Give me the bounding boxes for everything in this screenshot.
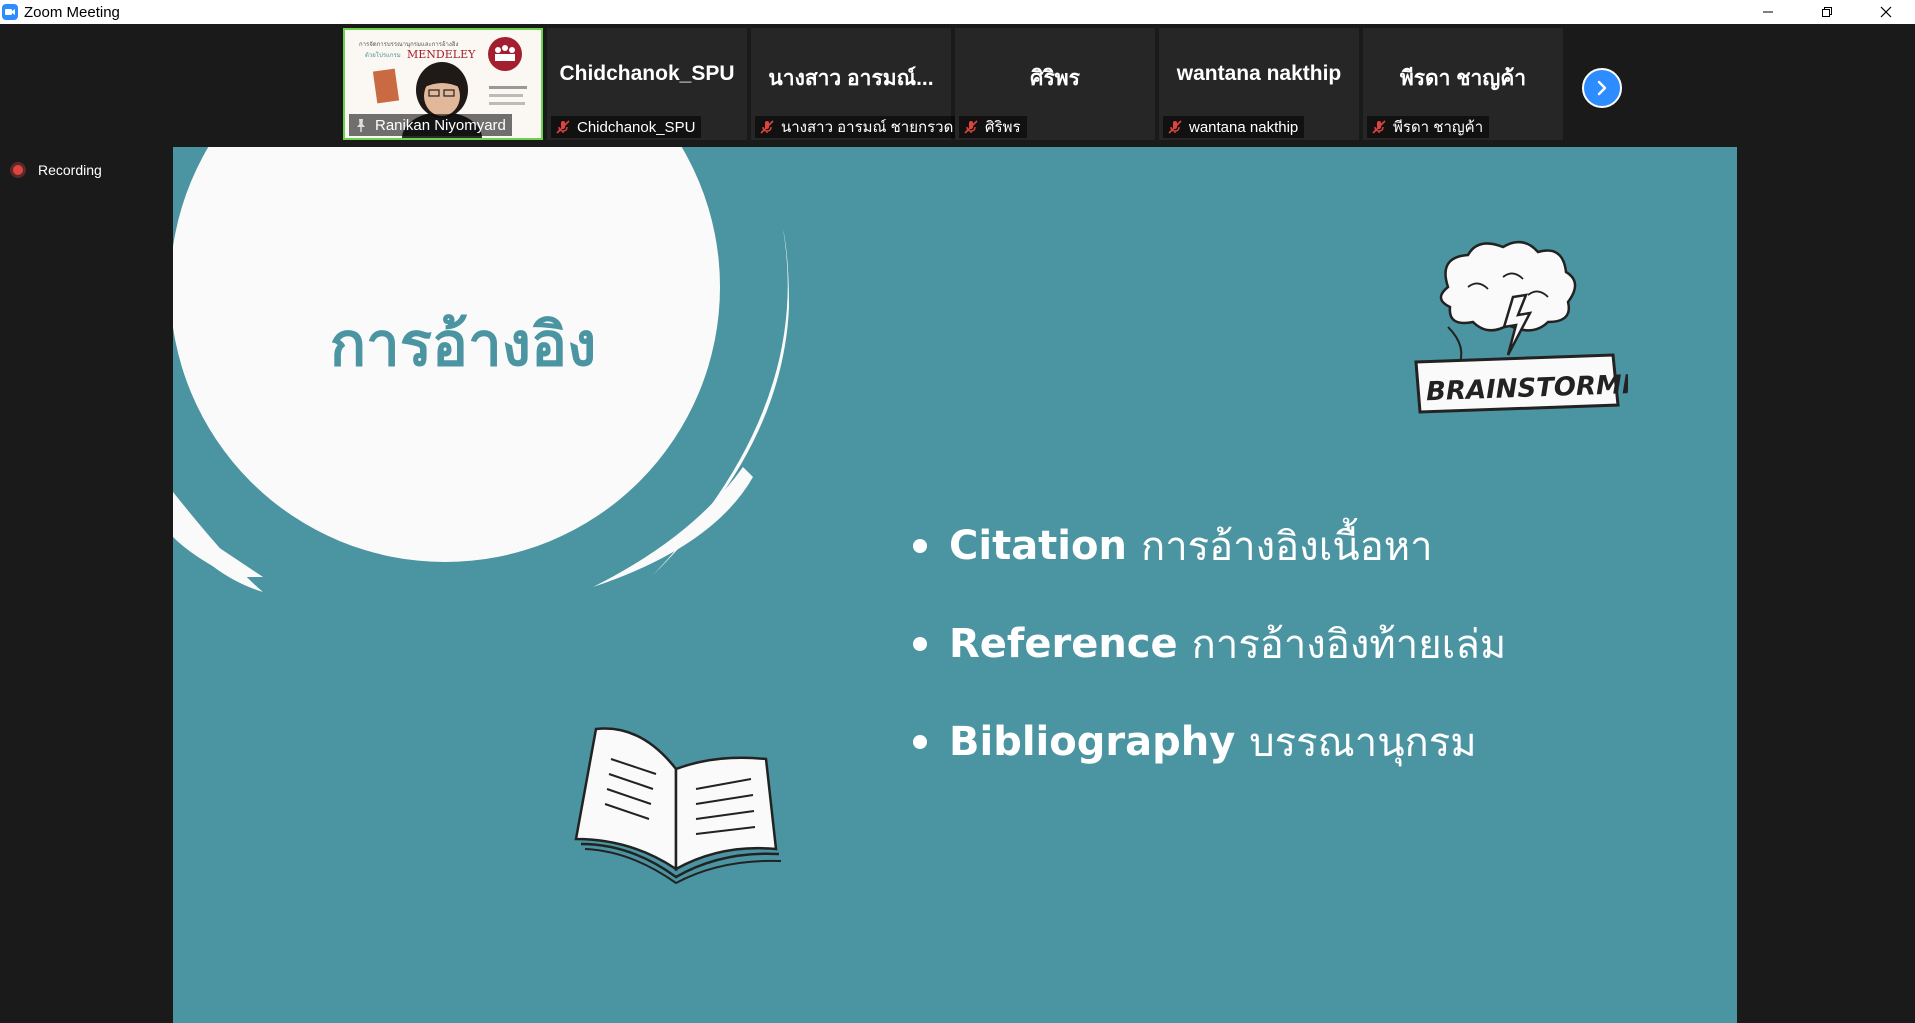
zoom-camera-icon <box>2 4 18 20</box>
window-controls <box>1738 0 1915 24</box>
bullet-dot <box>913 637 927 651</box>
bullet-description: การอ้างอิงเนื้อหา <box>1140 524 1433 570</box>
bullet-term: Bibliography <box>949 719 1236 765</box>
participant-tile-video[interactable]: การจัดการบรรณานุกรมและการอ้างอิง ด้วยโปร… <box>343 28 543 140</box>
participant-strip: การจัดการบรรณานุกรมและการอ้างอิง ด้วยโปร… <box>0 24 1915 144</box>
participant-name-label: Chidchanok_SPU <box>551 116 702 138</box>
participant-tile[interactable]: นางสาว อารมณ์... นางสาว อารมณ์ ชายกรวด <box>751 28 960 140</box>
slide-title: การอ้างอิง <box>329 310 597 380</box>
chevron-right-icon <box>1597 80 1607 96</box>
restore-icon <box>1821 7 1832 17</box>
muted-mic-icon <box>1168 120 1182 134</box>
participant-display-name: นางสาว อารมณ์... <box>768 67 934 90</box>
participant-display-name: พีรดา ชาญค้า <box>1399 67 1527 90</box>
thumb-sub: ด้วยโปรแกรม <box>365 51 401 59</box>
bullet-dot <box>913 735 927 749</box>
recording-label: Recording <box>38 162 102 178</box>
minimize-icon <box>1762 11 1773 13</box>
participant-name-label: พีรดา ชาญค้า <box>1367 116 1490 138</box>
restore-button[interactable] <box>1797 0 1856 24</box>
title-bar: Zoom Meeting <box>0 0 1915 24</box>
participant-name-label: นางสาว อารมณ์ ชายกรวด <box>755 116 960 138</box>
open-book-illustration <box>574 727 781 885</box>
bullet-dot <box>913 539 927 553</box>
pin-icon <box>357 119 365 132</box>
participant-tile[interactable]: พีรดา ชาญค้า พีรดา ชาญค้า <box>1363 28 1563 140</box>
thumb-heading: การจัดการบรรณานุกรมและการอ้างอิง <box>359 41 458 48</box>
shared-screen-slide: การอ้างอิง BRAINSTORMING Citation การอ้า… <box>173 147 1737 1023</box>
participant-name-label: ศิริพร <box>959 116 1027 138</box>
slide-bullet-list: Citation การอ้างอิงเนื้อหา Reference การ… <box>913 497 1506 791</box>
muted-mic-icon <box>760 120 774 134</box>
next-participants-button[interactable] <box>1582 68 1622 108</box>
thumb-brand: MENDELEY <box>407 48 476 61</box>
close-button[interactable] <box>1856 0 1915 24</box>
brainstorming-illustration: BRAINSTORMING <box>1414 240 1628 414</box>
participant-tile[interactable]: wantana nakthip wantana nakthip <box>1159 28 1359 140</box>
muted-mic-icon <box>1372 120 1386 134</box>
bullet-term: Reference <box>949 621 1178 667</box>
participant-tile[interactable]: Chidchanok_SPU Chidchanok_SPU <box>547 28 747 140</box>
bullet-term: Citation <box>949 523 1127 569</box>
participant-display-name: wantana nakthip <box>1176 62 1342 85</box>
muted-mic-icon <box>556 120 570 134</box>
recording-icon <box>10 162 26 178</box>
bullet-description: การอ้างอิงท้ายเล่ม <box>1191 622 1507 668</box>
bullet-item: Reference การอ้างอิงท้ายเล่ม <box>913 595 1506 693</box>
participant-name-label: Ranikan Niyomyard <box>349 114 512 136</box>
participant-name-label: wantana nakthip <box>1163 116 1305 138</box>
participant-display-name: Chidchanok_SPU <box>559 62 735 85</box>
participant-tile[interactable]: ศิริพร ศิริพร <box>955 28 1155 140</box>
muted-mic-icon <box>964 120 978 134</box>
window-title: Zoom Meeting <box>24 3 120 21</box>
bullet-item: Citation การอ้างอิงเนื้อหา <box>913 497 1506 595</box>
recording-indicator[interactable]: Recording <box>10 162 102 178</box>
bullet-item: Bibliography บรรณานุกรม <box>913 693 1506 791</box>
participant-display-name: ศิริพร <box>1030 67 1080 90</box>
close-icon <box>1880 6 1891 18</box>
minimize-button[interactable] <box>1738 0 1797 24</box>
bullet-description: บรรณานุกรม <box>1249 720 1477 766</box>
